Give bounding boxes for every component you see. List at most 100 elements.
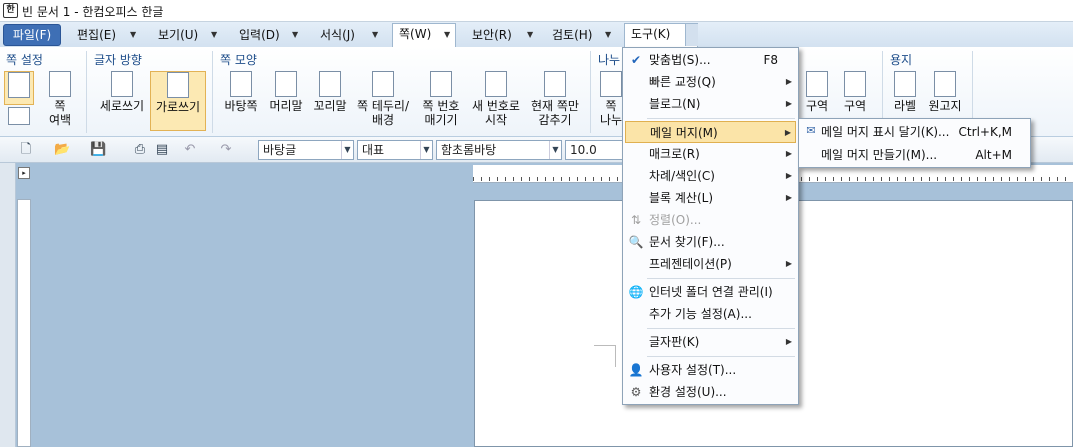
new-number-icon xyxy=(485,71,507,97)
menu-quick-correct[interactable]: 빠른 교정(Q) ▶ xyxy=(625,71,796,93)
tab-security-dropdown-icon[interactable]: ▼ xyxy=(527,25,533,47)
page-number-button[interactable]: 쪽 번호 매기기 xyxy=(416,71,466,131)
tab-edit[interactable]: 편집(E) xyxy=(75,25,118,47)
page-divide-button[interactable]: 쪽 나누 xyxy=(598,71,624,131)
hide-page-button[interactable]: 현재 쪽만 감추기 xyxy=(526,71,584,131)
page-style-button[interactable] xyxy=(6,107,32,131)
group-separator xyxy=(212,51,213,133)
language-combo[interactable]: 대표 ▼ xyxy=(357,140,433,160)
page-setup-button[interactable] xyxy=(4,71,34,105)
tab-view[interactable]: 보기(U) xyxy=(156,25,200,47)
redo-icon[interactable]: ↷ xyxy=(218,142,234,157)
page-corner-mark xyxy=(594,345,616,367)
vertical-writing-label: 세로쓰기 xyxy=(99,99,145,113)
new-document-icon[interactable]: 🗋 xyxy=(18,142,34,157)
print-preview-icon[interactable]: ▤ xyxy=(154,142,170,157)
group-divide-label: 나누 xyxy=(598,53,621,67)
menu-sort: ⇅ 정렬(O)... xyxy=(625,209,796,231)
tab-insert-dropdown-icon[interactable]: ▼ xyxy=(292,25,298,47)
footer-label: 꼬리말 xyxy=(313,99,347,113)
submenu-arrow-icon: ▶ xyxy=(785,337,792,346)
menu-keyboard[interactable]: 글자판(K) ▶ xyxy=(625,331,796,353)
left-panel xyxy=(0,163,16,447)
tab-format-dropdown-icon[interactable]: ▼ xyxy=(372,25,378,47)
submenu-arrow-icon: ▶ xyxy=(785,77,792,86)
font-combo[interactable]: 함초롬바탕 ▼ xyxy=(436,140,562,160)
print-icon[interactable]: ⎙ xyxy=(132,142,148,157)
menu-mail-merge[interactable]: 메일 머지(M) ▶ xyxy=(625,121,796,143)
vertical-writing-icon xyxy=(111,71,133,97)
new-number-button[interactable]: 새 번호로 시작 xyxy=(468,71,524,131)
chevron-down-icon[interactable]: ▼ xyxy=(341,141,353,159)
vertical-ruler[interactable] xyxy=(17,199,31,447)
group-page-shape-label: 쪽 모양 xyxy=(220,53,257,67)
font-size-combo-value: 10.0 xyxy=(570,143,597,157)
menu-addon-settings[interactable]: 추가 기능 설정(A)... xyxy=(625,303,796,325)
page-setup-icon xyxy=(8,72,30,98)
horizontal-writing-button[interactable]: 가로쓰기 xyxy=(150,71,206,131)
tab-file[interactable]: 파일(F) xyxy=(3,24,61,46)
style-combo[interactable]: 바탕글 ▼ xyxy=(258,140,354,160)
tab-edit-dropdown-icon[interactable]: ▼ xyxy=(130,25,136,47)
tab-review-dropdown-icon[interactable]: ▼ xyxy=(605,25,611,47)
ruler-corner-button[interactable]: ▸ xyxy=(18,167,30,179)
tab-page-dropdown-icon[interactable]: ▼ xyxy=(444,25,450,47)
new-number-label: 새 번호로 시작 xyxy=(472,99,520,127)
menu-user-settings[interactable]: 👤 사용자 설정(T)... xyxy=(625,359,796,381)
menu-internet-folder[interactable]: 🌐 인터넷 폴더 연결 관리(I) xyxy=(625,281,796,303)
save-icon[interactable]: 💾 xyxy=(90,142,106,157)
font-combo-value: 함초롬바탕 xyxy=(441,143,497,157)
chevron-down-icon[interactable]: ▼ xyxy=(549,141,561,159)
header-button[interactable]: 머리말 xyxy=(264,71,308,131)
hwp-app-icon[interactable]: 한 xyxy=(3,3,18,18)
menu-spellcheck[interactable]: ✔ 맞춤법(S)... F8 xyxy=(625,49,796,71)
menu-preferences[interactable]: ⚙ 환경 설정(U)... xyxy=(625,381,796,403)
undo-icon[interactable]: ↶ xyxy=(182,142,198,157)
spellcheck-icon: ✔ xyxy=(630,53,642,67)
tab-view-dropdown-icon[interactable]: ▼ xyxy=(211,25,217,47)
vertical-writing-button[interactable]: 세로쓰기 xyxy=(94,71,150,131)
menu-tab-bar: 파일(F) 편집(E) ▼ 보기(U) ▼ 입력(D) ▼ 서식(J) ▼ 쪽(… xyxy=(0,22,1073,48)
margin-label: 쪽 여백 xyxy=(48,99,72,127)
tab-review[interactable]: 검토(H) xyxy=(550,25,594,47)
tab-insert[interactable]: 입력(D) xyxy=(237,25,282,47)
footer-button[interactable]: 꼬리말 xyxy=(308,71,352,131)
menu-separator xyxy=(647,328,795,329)
user-settings-icon: 👤 xyxy=(628,363,644,377)
tools-menu: ✔ 맞춤법(S)... F8 빠른 교정(Q) ▶ 블로그(N) ▶ 메일 머지(M) ▶… xyxy=(622,47,799,405)
page-divide-icon xyxy=(600,71,622,97)
group-separator xyxy=(590,51,591,133)
tab-tools-dropdown-icon[interactable] xyxy=(685,24,698,46)
menu-block-calc[interactable]: 블록 계산(L) ▶ xyxy=(625,187,796,209)
menu-toc-index[interactable]: 차례/색인(C) ▶ xyxy=(625,165,796,187)
background-page-button[interactable]: 바탕쪽 xyxy=(220,71,262,131)
section-icon-2 xyxy=(844,71,866,97)
label-button[interactable]: 라벨 xyxy=(888,71,922,121)
chevron-down-icon[interactable]: ▼ xyxy=(420,141,432,159)
menu-find-document[interactable]: 🔍 문서 찾기(F)... xyxy=(625,231,796,253)
submenu-mail-merge-create[interactable]: 메일 머지 만들기(M)... Alt+M xyxy=(801,144,1028,166)
style-combo-value: 바탕글 xyxy=(263,143,297,157)
menu-macro[interactable]: 매크로(R) ▶ xyxy=(625,143,796,165)
open-folder-icon[interactable]: 📂 xyxy=(54,142,70,157)
section-button-1[interactable]: 구역 xyxy=(800,71,834,121)
menu-presentation[interactable]: 프레젠테이션(P) ▶ xyxy=(625,253,796,275)
submenu-arrow-icon: ▶ xyxy=(785,193,792,202)
submenu-arrow-icon: ▶ xyxy=(785,99,792,108)
submenu-mail-merge-mark[interactable]: ✉ 메일 머지 표시 달기(K)... Ctrl+K,M xyxy=(801,121,1028,143)
horizontal-writing-icon xyxy=(167,72,189,98)
tab-security[interactable]: 보안(R) xyxy=(470,25,514,47)
tab-format[interactable]: 서식(J) xyxy=(318,25,357,47)
title-bar: 한 빈 문서 1 - 한컴오피스 한글 xyxy=(0,0,1073,22)
menu-blog[interactable]: 블로그(N) ▶ xyxy=(625,93,796,115)
page-border-button[interactable]: 쪽 테두리/ 배경 xyxy=(352,71,414,131)
margin-button[interactable]: 쪽 여백 xyxy=(40,71,80,131)
page-border-icon xyxy=(372,71,394,97)
footer-icon xyxy=(319,71,341,97)
sort-icon: ⇅ xyxy=(630,213,642,227)
font-size-combo[interactable]: 10.0 xyxy=(565,140,623,160)
header-label: 머리말 xyxy=(269,99,303,113)
manuscript-button[interactable]: 원고지 xyxy=(924,71,966,121)
section-button-2[interactable]: 구역 xyxy=(838,71,872,121)
find-document-icon: 🔍 xyxy=(628,235,644,249)
